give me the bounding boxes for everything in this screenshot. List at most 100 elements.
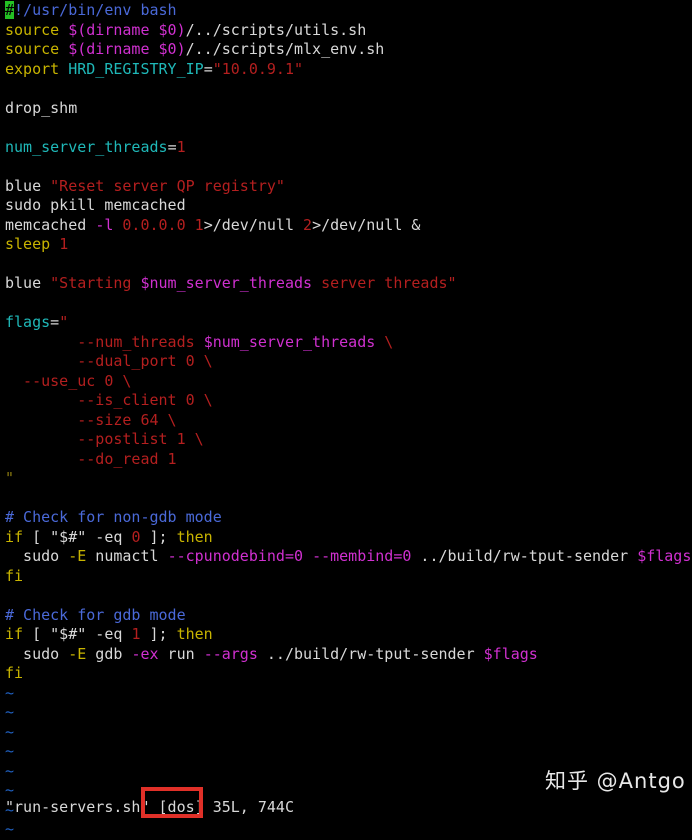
code-token: $num_server_threads: [203, 332, 376, 351]
code-token: -E: [68, 644, 87, 663]
code-token: flags: [5, 313, 51, 331]
status-char-count: 744C: [257, 798, 294, 816]
code-token: ": [59, 313, 69, 331]
code-token: ~: [5, 683, 15, 702]
line-8: num_server_threads=1: [5, 138, 692, 158]
code-token: [: [23, 625, 51, 643]
code-token: --postlist 1 \: [5, 430, 204, 448]
code-token: --do_read 1: [5, 449, 177, 468]
line-23: --postlist 1 \: [5, 430, 692, 450]
code-token: ];: [140, 625, 177, 643]
code-token: --num_threads: [5, 332, 204, 351]
code-token: 2: [303, 215, 313, 234]
line-28: if [ "$#" -eq 0 ]; then: [5, 528, 692, 548]
status-space-3: [249, 798, 258, 816]
code-token: --dual_port 0 \: [5, 352, 213, 370]
line-19: --dual_port 0 \: [5, 352, 692, 372]
line-16: [5, 294, 692, 314]
code-token: # Check for gdb mode: [5, 605, 186, 624]
line-3: source $(dirname $0)/../scripts/mlx_env.…: [5, 40, 692, 60]
status-space-2: [204, 798, 213, 816]
tilde-1: ~: [5, 684, 692, 704]
code-token: ~: [5, 703, 15, 721]
code-token: 1: [176, 137, 186, 156]
line-1: #!/usr/bin/env bash: [5, 1, 692, 21]
line-12: memcached -l 0.0.0.0 1>/dev/null 2>/dev/…: [5, 216, 692, 236]
code-token: $(dirname $0): [68, 40, 186, 58]
code-token: \: [375, 332, 394, 351]
line-5: [5, 79, 692, 99]
vim-buffer[interactable]: #!/usr/bin/env bash source $(dirname $0)/…: [5, 1, 692, 840]
line-31: [5, 586, 692, 606]
line-29: sudo -E numactl --cpunodebind=0 --membin…: [5, 547, 692, 567]
code-token: >/dev/null: [203, 215, 304, 234]
code-token: then: [176, 625, 213, 643]
line-17: flags=": [5, 313, 692, 333]
tilde-3: ~: [5, 723, 692, 743]
code-token: sudo: [5, 644, 69, 663]
code-token: num_server_threads: [5, 137, 168, 156]
code-token: >/dev/null &: [312, 215, 421, 234]
code-token: --size 64 \: [5, 410, 177, 429]
code-token: ../build/rw-tput-sender: [411, 547, 638, 565]
code-token: ~: [5, 761, 15, 780]
code-token: ~: [5, 781, 15, 799]
code-token: sudo pkill memcached: [5, 196, 186, 214]
code-token: !/usr/bin/env bash: [14, 1, 177, 19]
code-token: "Reset server QP registry": [50, 176, 285, 195]
code-token: blue: [5, 274, 51, 292]
code-token: ": [5, 469, 15, 487]
code-token: [: [23, 527, 51, 546]
code-token: blue: [5, 176, 51, 195]
code-token: /../scripts/mlx_env.sh: [185, 40, 385, 58]
code-token: =: [167, 137, 177, 156]
code-token: $flags: [637, 547, 692, 565]
line-21: --is_client 0 \: [5, 391, 692, 411]
code-token: --args: [203, 644, 258, 663]
code-token: then: [176, 527, 213, 546]
code-token: /../scripts/utils.sh: [185, 20, 367, 39]
code-token: -E: [68, 547, 87, 565]
line-26: [5, 489, 692, 509]
code-token: fi: [5, 664, 24, 682]
code-token: "10.0.9.1": [212, 59, 304, 78]
code-token: # Check for non-gdb mode: [5, 508, 222, 526]
tilde-2: ~: [5, 703, 692, 723]
line-14: [5, 255, 692, 275]
line-11: sudo pkill memcached: [5, 196, 692, 216]
code-token: if: [5, 527, 24, 546]
code-token: ~: [5, 820, 15, 838]
code-token: $flags: [483, 644, 538, 663]
line-25: ": [5, 469, 692, 489]
line-24: --do_read 1: [5, 450, 692, 470]
code-token: sleep: [5, 235, 60, 253]
code-token: 1: [59, 235, 69, 253]
code-token: HRD_REGISTRY_IP: [68, 59, 204, 78]
code-token: -ex: [131, 644, 159, 663]
tilde-4: ~: [5, 742, 692, 762]
status-space-1: [150, 798, 159, 816]
code-token: $(dirname $0): [68, 20, 186, 39]
code-token: "$#": [50, 625, 87, 643]
line-9: [5, 157, 692, 177]
line-15: blue "Starting $num_server_threads serve…: [5, 274, 692, 294]
status-fileformat: [dos]: [158, 798, 204, 816]
code-token: ];: [140, 527, 177, 546]
code-token: ~: [5, 742, 15, 760]
code-token: =: [203, 59, 213, 78]
line-27: # Check for non-gdb mode: [5, 508, 692, 528]
line-4: export HRD_REGISTRY_IP="10.0.9.1": [5, 60, 692, 80]
code-token: -l: [95, 215, 114, 234]
code-token: --use_uc 0 \: [5, 371, 132, 390]
code-token: =: [50, 313, 60, 331]
code-token: "Starting: [50, 274, 141, 292]
code-token: numactl: [86, 547, 168, 565]
code-token: -eq: [86, 625, 132, 643]
code-token: sudo: [5, 547, 69, 565]
code-token: #: [5, 1, 15, 19]
line-7: [5, 118, 692, 138]
watermark: 知乎 @Antgo: [545, 769, 686, 793]
code-token: --cpunodebind=0: [167, 547, 304, 565]
code-token: 1: [194, 215, 204, 234]
